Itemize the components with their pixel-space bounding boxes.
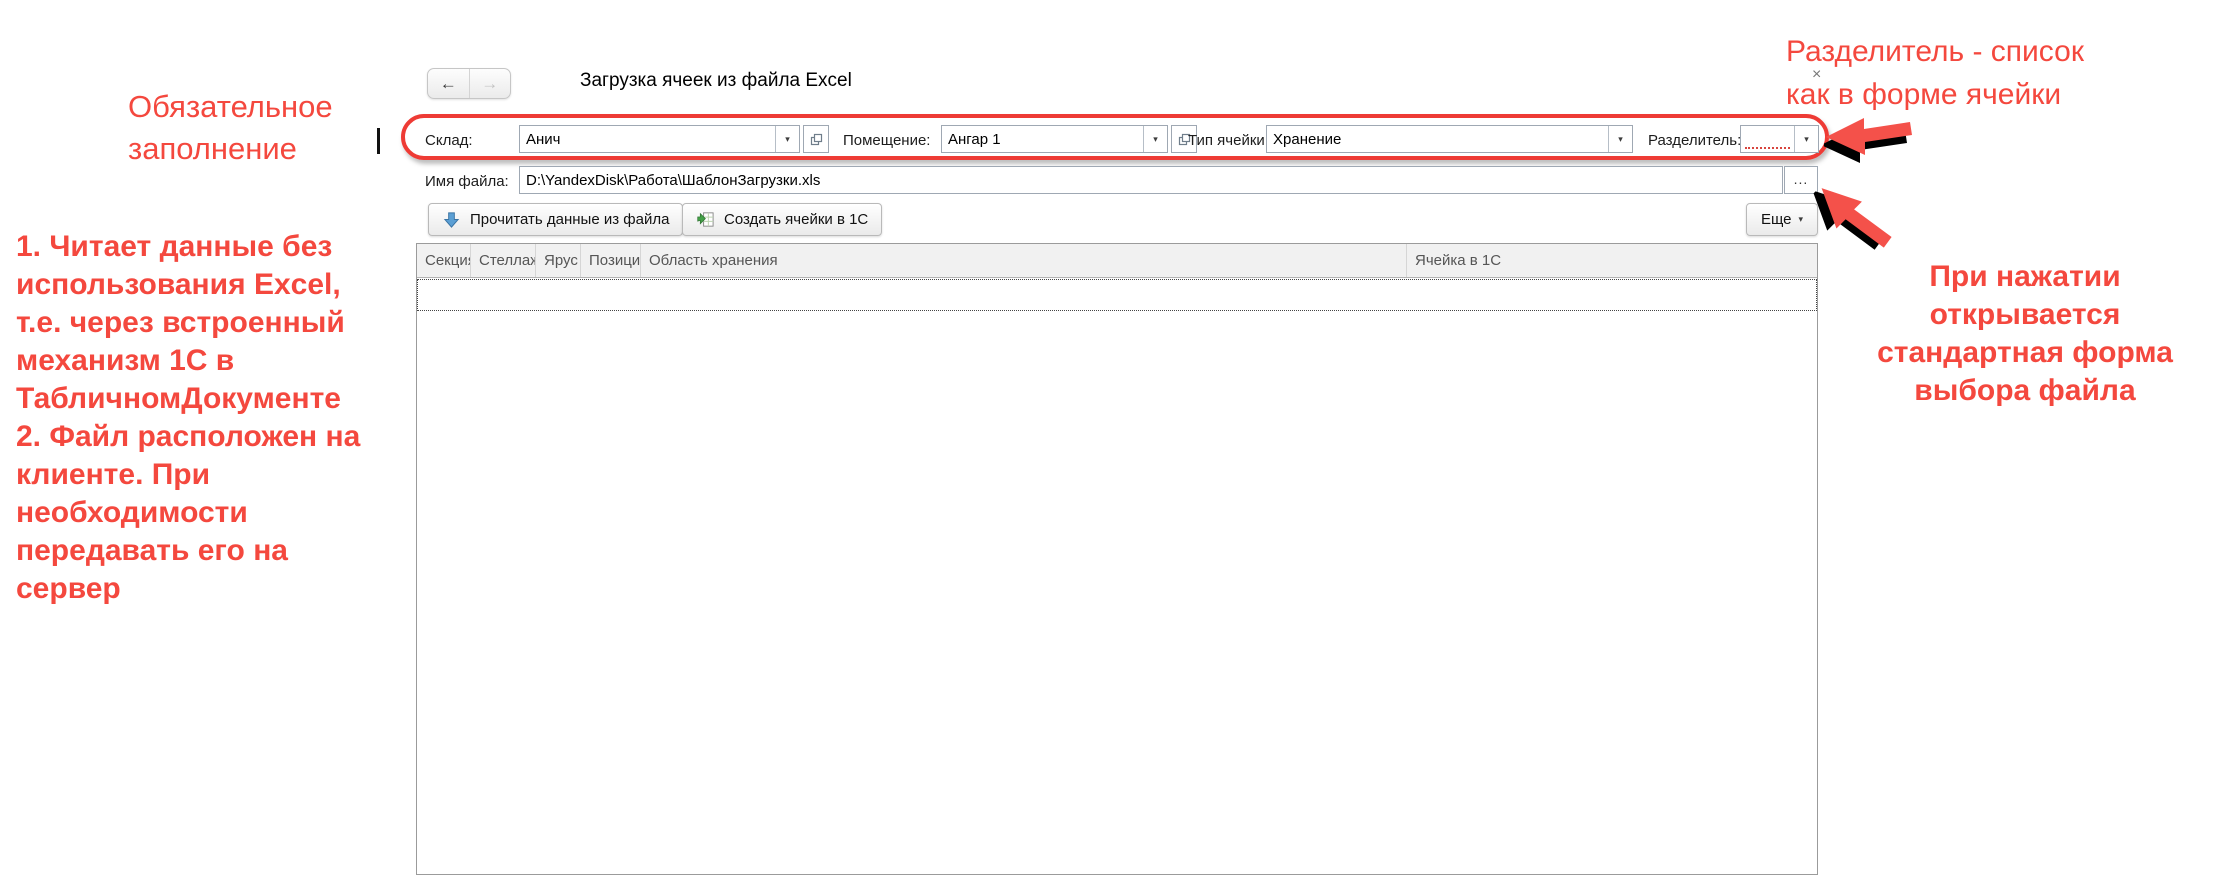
note-read-mechanism: 1. Читает данные без использования Excel…: [16, 228, 416, 608]
blue-down-arrow-icon: [442, 210, 461, 229]
cell-type-label: Тип ячейки:: [1188, 132, 1269, 149]
warehouse-open-button[interactable]: [803, 125, 829, 153]
chevron-down-icon[interactable]: ▾: [1794, 126, 1818, 152]
room-label: Помещение:: [843, 132, 930, 149]
column-header-rack[interactable]: Стеллаж: [471, 244, 536, 277]
cell-type-value[interactable]: Хранение: [1267, 126, 1608, 152]
read-data-label: Прочитать данные из файла: [470, 211, 669, 228]
note-separator-list: Разделитель - список как в форме ячейки: [1786, 30, 2084, 116]
separator-label: Разделитель:: [1648, 132, 1741, 149]
filename-label: Имя файла:: [425, 173, 509, 190]
separator-combobox[interactable]: ▾: [1740, 125, 1819, 153]
chevron-down-icon[interactable]: ▾: [1143, 126, 1167, 152]
forward-icon[interactable]: →: [469, 69, 511, 98]
cell-type-combobox[interactable]: Хранение ▾: [1266, 125, 1633, 153]
more-label: Еще: [1761, 211, 1792, 228]
column-header-section[interactable]: Секция: [417, 244, 471, 277]
page: Обязательное заполнение 1. Читает данные…: [0, 0, 2223, 889]
separator-value[interactable]: [1745, 129, 1790, 149]
chevron-down-icon: ▾: [1799, 214, 1804, 225]
chevron-down-icon[interactable]: ▾: [775, 126, 799, 152]
chevron-down-icon[interactable]: ▾: [1608, 126, 1632, 152]
warehouse-label: Склад:: [425, 132, 473, 149]
open-form-icon: [810, 133, 823, 146]
close-icon: ×: [1812, 66, 1821, 84]
read-data-button[interactable]: Прочитать данные из файла: [428, 203, 683, 236]
nav-button-group: ← →: [427, 68, 511, 99]
warehouse-value[interactable]: Анич: [520, 126, 775, 152]
create-cells-button[interactable]: Создать ячейки в 1С: [682, 203, 882, 236]
room-combobox[interactable]: Ангар 1 ▾: [941, 125, 1168, 153]
spreadsheet-green-arrow-icon: [696, 210, 715, 229]
note-file-dialog: При нажатии открывается стандартная форм…: [1845, 258, 2205, 410]
column-header-tier[interactable]: Ярус: [536, 244, 581, 277]
page-title: Загрузка ячеек из файла Excel: [580, 70, 852, 92]
column-header-cell-1c[interactable]: Ячейка в 1С: [1407, 244, 1817, 277]
cells-table: Секция Стеллаж Ярус Позиция Область хран…: [416, 243, 1818, 875]
empty-current-row: [417, 279, 1817, 311]
column-header-storage-area[interactable]: Область хранения: [641, 244, 1407, 277]
filename-input[interactable]: D:\YandexDisk\Работа\ШаблонЗагрузки.xls: [519, 166, 1783, 194]
room-value[interactable]: Ангар 1: [942, 126, 1143, 152]
create-cells-label: Создать ячейки в 1С: [724, 211, 868, 228]
back-icon[interactable]: ←: [428, 69, 469, 98]
text-cursor-mark: [377, 128, 380, 154]
table-header-row: Секция Стеллаж Ярус Позиция Область хран…: [417, 244, 1817, 278]
column-header-position[interactable]: Позиция: [581, 244, 641, 277]
warehouse-combobox[interactable]: Анич ▾: [519, 125, 800, 153]
note-required-fill: Обязательное заполнение: [128, 86, 333, 170]
browse-file-button[interactable]: ...: [1784, 166, 1818, 194]
arrow-to-separator-icon: [1824, 110, 1916, 166]
